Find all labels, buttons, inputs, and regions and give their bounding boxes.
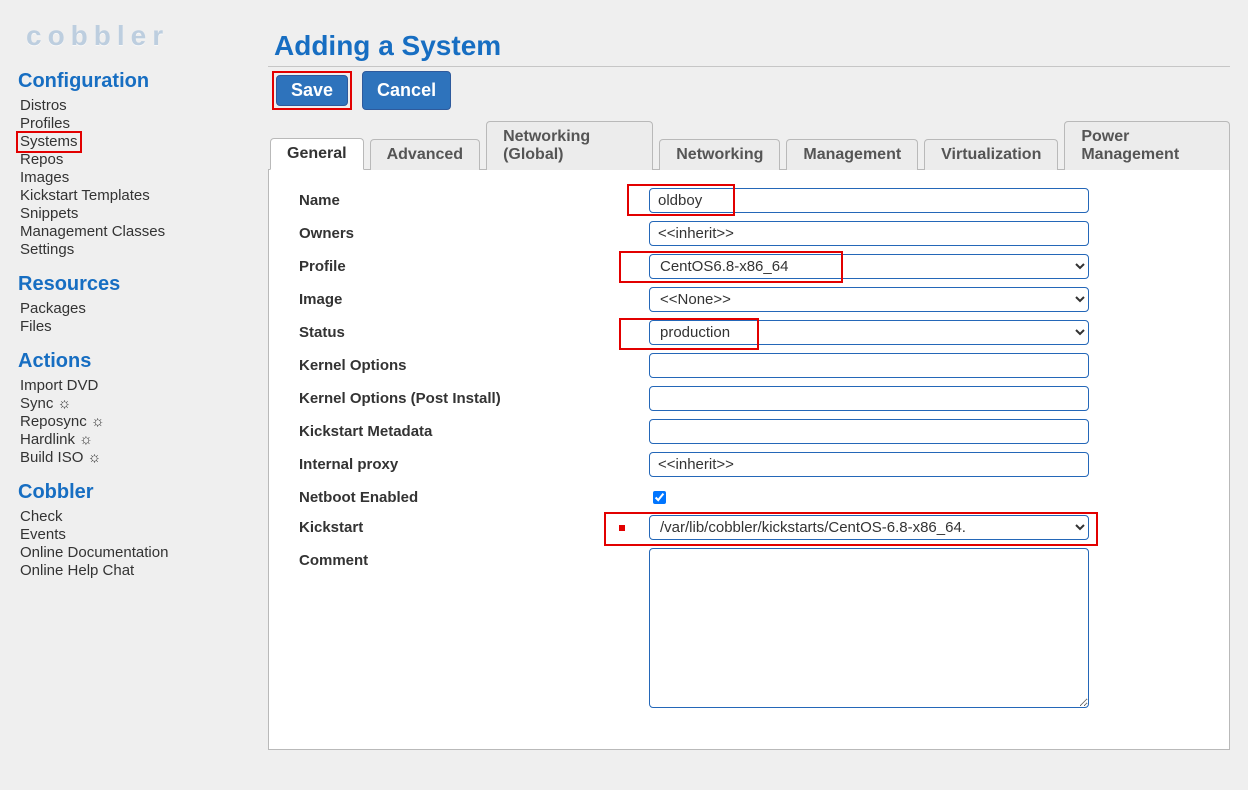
tab-panel-general: Name Owners Profile CentOS6.8-x86_64 — [268, 170, 1230, 750]
label-name: Name — [299, 188, 649, 209]
comment-textarea[interactable] — [649, 548, 1089, 708]
nav-heading-actions: Actions — [18, 350, 268, 373]
label-netboot-enabled: Netboot Enabled — [299, 485, 649, 506]
divider — [268, 66, 1230, 67]
label-kernel-options: Kernel Options — [299, 353, 649, 374]
owners-input[interactable] — [649, 221, 1089, 246]
sidebar-item-events[interactable]: Events — [18, 526, 268, 544]
sidebar: cobbler Configuration Distros Profiles S… — [18, 0, 268, 580]
nav-heading-resources: Resources — [18, 273, 268, 296]
sidebar-item-snippets[interactable]: Snippets — [18, 205, 268, 223]
sidebar-item-profiles[interactable]: Profiles — [18, 115, 268, 133]
sidebar-item-management-classes[interactable]: Management Classes — [18, 223, 268, 241]
sidebar-item-files[interactable]: Files — [18, 318, 268, 336]
profile-select[interactable]: CentOS6.8-x86_64 — [649, 254, 1089, 279]
label-kickstart: Kickstart — [299, 515, 649, 536]
page-title: Adding a System — [274, 30, 1230, 62]
tab-power-management[interactable]: Power Management — [1064, 121, 1230, 170]
nav-heading-configuration: Configuration — [18, 70, 268, 93]
marker-icon — [619, 525, 625, 531]
sidebar-item-sync[interactable]: Sync ☼ — [18, 395, 268, 413]
kernel-options-input[interactable] — [649, 353, 1089, 378]
label-kernel-options-post: Kernel Options (Post Install) — [299, 386, 649, 407]
tab-networking[interactable]: Networking — [659, 139, 780, 170]
sidebar-item-build-iso[interactable]: Build ISO ☼ — [18, 449, 268, 467]
sidebar-item-packages[interactable]: Packages — [18, 300, 268, 318]
sidebar-item-hardlink[interactable]: Hardlink ☼ — [18, 431, 268, 449]
image-select[interactable]: <<None>> — [649, 287, 1089, 312]
sidebar-item-reposync[interactable]: Reposync ☼ — [18, 413, 268, 431]
label-comment: Comment — [299, 548, 649, 569]
sidebar-item-images[interactable]: Images — [18, 169, 268, 187]
kickstart-select[interactable]: /var/lib/cobbler/kickstarts/CentOS-6.8-x… — [649, 515, 1089, 540]
kernel-options-post-input[interactable] — [649, 386, 1089, 411]
label-internal-proxy: Internal proxy — [299, 452, 649, 473]
main: Adding a System Save Cancel General Adva… — [268, 0, 1230, 750]
label-kickstart-metadata: Kickstart Metadata — [299, 419, 649, 440]
tab-advanced[interactable]: Advanced — [370, 139, 480, 170]
status-select[interactable]: production — [649, 320, 1089, 345]
label-profile: Profile — [299, 254, 649, 275]
sidebar-item-online-documentation[interactable]: Online Documentation — [18, 544, 268, 562]
sidebar-item-online-help-chat[interactable]: Online Help Chat — [18, 562, 268, 580]
sidebar-item-check[interactable]: Check — [18, 508, 268, 526]
tab-general[interactable]: General — [270, 138, 364, 170]
sidebar-item-kickstart-templates[interactable]: Kickstart Templates — [18, 187, 268, 205]
tab-networking-global[interactable]: Networking (Global) — [486, 121, 653, 170]
sidebar-item-systems[interactable]: Systems — [18, 133, 268, 151]
nav-heading-cobbler: Cobbler — [18, 481, 268, 504]
sidebar-item-settings[interactable]: Settings — [18, 241, 268, 259]
internal-proxy-input[interactable] — [649, 452, 1089, 477]
tab-virtualization[interactable]: Virtualization — [924, 139, 1058, 170]
netboot-enabled-checkbox[interactable] — [653, 491, 666, 504]
logo: cobbler — [18, 20, 268, 56]
save-button[interactable]: Save — [276, 75, 348, 106]
label-owners: Owners — [299, 221, 649, 242]
sidebar-item-distros[interactable]: Distros — [18, 97, 268, 115]
tabs: General Advanced Networking (Global) Net… — [268, 120, 1230, 170]
sidebar-item-import-dvd[interactable]: Import DVD — [18, 377, 268, 395]
name-input[interactable] — [649, 188, 1089, 213]
label-status: Status — [299, 320, 649, 341]
tab-management[interactable]: Management — [786, 139, 918, 170]
sidebar-item-repos[interactable]: Repos — [18, 151, 268, 169]
label-image: Image — [299, 287, 649, 308]
kickstart-metadata-input[interactable] — [649, 419, 1089, 444]
cancel-button[interactable]: Cancel — [362, 71, 451, 110]
